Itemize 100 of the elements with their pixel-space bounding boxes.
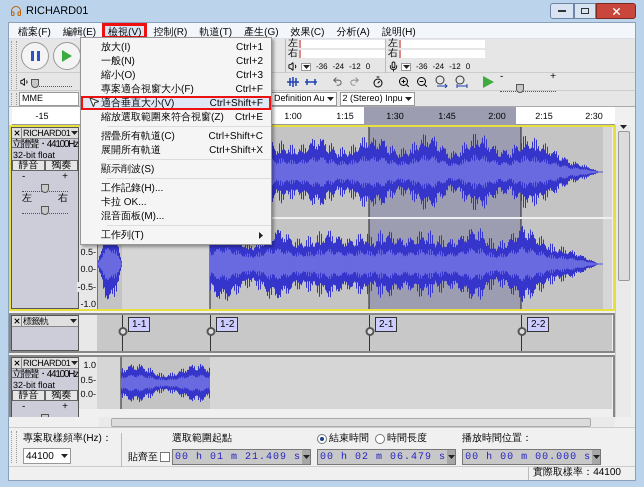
mute-button[interactable]: 靜音 — [12, 160, 45, 171]
close-button[interactable] — [596, 3, 636, 19]
window-title: RICHARD01 — [26, 4, 88, 19]
menu-item[interactable]: 縮放選取範圍來符合視窗(Z) Ctrl+E — [81, 110, 271, 124]
track-name-menu[interactable]: 標籤軌 — [22, 316, 78, 326]
meter-scale-label: -36 — [416, 60, 428, 72]
volume-slider[interactable] — [32, 76, 72, 86]
menu-item[interactable]: 顯示削波(S) — [81, 162, 271, 176]
track-bit-depth: 32-bit float — [12, 150, 56, 160]
selection-end-field[interactable]: 00 h 02 m 06.479 s — [317, 449, 456, 465]
label-box[interactable]: 1-2 — [216, 317, 238, 332]
menu-item[interactable]: 放大(I) Ctrl+1 — [81, 40, 271, 54]
menu-bar-item[interactable]: 效果(C) — [284, 22, 330, 38]
slider-thumb[interactable] — [31, 78, 40, 88]
radio-button[interactable] — [317, 434, 328, 444]
label-handle[interactable] — [517, 327, 526, 336]
vertical-scrollbar[interactable] — [615, 125, 631, 417]
menu-item[interactable]: 縮小(O) Ctrl+3 — [81, 68, 271, 82]
speaker-icon — [288, 61, 299, 72]
ruler-tick-label: 1:30 — [386, 110, 404, 123]
menu-bar-item[interactable]: 軌道(T) — [193, 22, 238, 38]
maximize-button[interactable] — [574, 3, 596, 19]
menu-item[interactable]: 摺疊所有軌道(C) Ctrl+Shift+C — [81, 129, 271, 143]
meter-menu-button[interactable] — [301, 62, 311, 70]
menu-item[interactable]: 工作列(T) — [81, 228, 271, 242]
slider-min-label: - — [500, 72, 504, 82]
menu-item[interactable]: 混音面板(M)... — [81, 209, 271, 223]
solo-button[interactable]: 獨奏 — [45, 390, 78, 401]
mute-button[interactable]: 靜音 — [12, 390, 45, 401]
sample-rate-dropdown[interactable]: 44100 — [23, 448, 71, 464]
menu-bar-item[interactable]: 編輯(E) — [56, 22, 102, 38]
label-handle[interactable] — [118, 327, 127, 336]
meter-scale-label: -24 — [332, 60, 344, 72]
menu-item[interactable]: 卡拉 OK... — [81, 195, 271, 209]
gain-slider[interactable] — [22, 182, 68, 192]
output-device-dropdown[interactable]: Definition Au — [271, 92, 337, 106]
pan-slider[interactable] — [22, 204, 68, 214]
zoom-out-icon[interactable] — [416, 76, 428, 88]
meter-menu-button[interactable] — [401, 62, 411, 70]
label-box[interactable]: 2-1 — [375, 317, 398, 332]
play-button[interactable] — [53, 42, 81, 70]
axis-label: 1.0 — [83, 360, 96, 370]
menu-bar-item[interactable]: 產生(G) — [238, 22, 285, 38]
meter-scale-label: 0 — [366, 60, 370, 72]
redo-icon[interactable] — [349, 76, 360, 87]
track-name-menu[interactable]: RICHARD01 — [22, 358, 78, 368]
pause-icon — [30, 50, 40, 60]
meter-channel-label: 右 — [388, 48, 399, 58]
maximize-icon — [581, 8, 589, 14]
label-handle[interactable] — [206, 327, 215, 336]
menu-item[interactable]: 適合垂直大小(V) Ctrl+Shift+F — [81, 96, 271, 110]
slider-min-label: 左 — [22, 194, 32, 204]
minimize-button[interactable] — [550, 3, 574, 19]
play-position-field[interactable]: 00 h 00 m 00.000 s — [462, 449, 602, 465]
caret-icon — [448, 455, 455, 459]
radio-button[interactable] — [375, 434, 386, 444]
selection-start-field[interactable]: 00 h 01 m 21.409 s — [172, 449, 312, 465]
timer-icon[interactable] — [372, 76, 384, 88]
radio-label: 時間長度 — [387, 432, 428, 446]
fit-selection-icon[interactable] — [434, 75, 448, 88]
menu-bar-item[interactable]: 分析(A) — [330, 22, 376, 38]
caret-icon — [70, 319, 77, 323]
menu-bar-item[interactable]: 控制(R) — [147, 22, 194, 38]
zoom-in-icon[interactable] — [398, 76, 410, 88]
input-channels-dropdown[interactable]: 2 (Stereo) Inpu — [340, 92, 415, 106]
axis-label: 0.0- — [80, 264, 96, 274]
selection-start-label: 選取範圍起點 — [172, 432, 233, 446]
trim-icon[interactable] — [286, 76, 300, 88]
label-box[interactable]: 1-1 — [128, 317, 150, 332]
menu-item[interactable]: 專案適合視窗大小(F) Ctrl+F — [81, 82, 271, 96]
host-dropdown[interactable]: MME — [19, 92, 79, 106]
axis-label: -0.5- — [77, 282, 96, 292]
play-speed-slider[interactable] — [500, 82, 556, 92]
minimize-icon — [558, 10, 566, 12]
menu-item[interactable]: 一般(N) Ctrl+2 — [81, 54, 271, 68]
label-handle[interactable] — [365, 327, 374, 336]
menu-bar-item[interactable]: 檔案(F) — [12, 22, 57, 38]
ruler-tick-label: 2:30 — [585, 110, 603, 123]
undo-icon[interactable] — [332, 76, 343, 87]
snap-checkbox[interactable] — [160, 452, 170, 462]
slider-thumb[interactable] — [41, 206, 49, 215]
speaker-icon — [20, 76, 30, 86]
slider-thumb[interactable] — [516, 84, 524, 92]
slider-thumb[interactable] — [41, 184, 49, 193]
menu-item[interactable]: 展開所有軌道 Ctrl+Shift+X — [81, 143, 271, 157]
label-track-area[interactable]: 1-1 1-2 2-1 2-2 — [97, 315, 612, 351]
meter-scale-label: 0 — [466, 60, 470, 72]
slider-max-label: + — [550, 72, 556, 82]
track-name-menu[interactable]: RICHARD01 — [22, 128, 78, 138]
fit-project-icon[interactable] — [454, 75, 468, 88]
menu-item[interactable]: 工作記錄(H)... — [81, 181, 271, 195]
ruler-tick-label: 2:00 — [488, 110, 506, 123]
submenu-arrow-icon — [259, 232, 263, 238]
solo-button[interactable]: 獨奏 — [45, 160, 78, 171]
menu-bar-item[interactable]: 說明(H) — [376, 22, 422, 38]
pause-button[interactable] — [21, 42, 49, 70]
play-icon — [62, 50, 72, 62]
label-box[interactable]: 2-2 — [527, 317, 550, 332]
meter-scale-label: -36 — [316, 60, 328, 72]
horizontal-scrollbar[interactable] — [99, 417, 615, 427]
